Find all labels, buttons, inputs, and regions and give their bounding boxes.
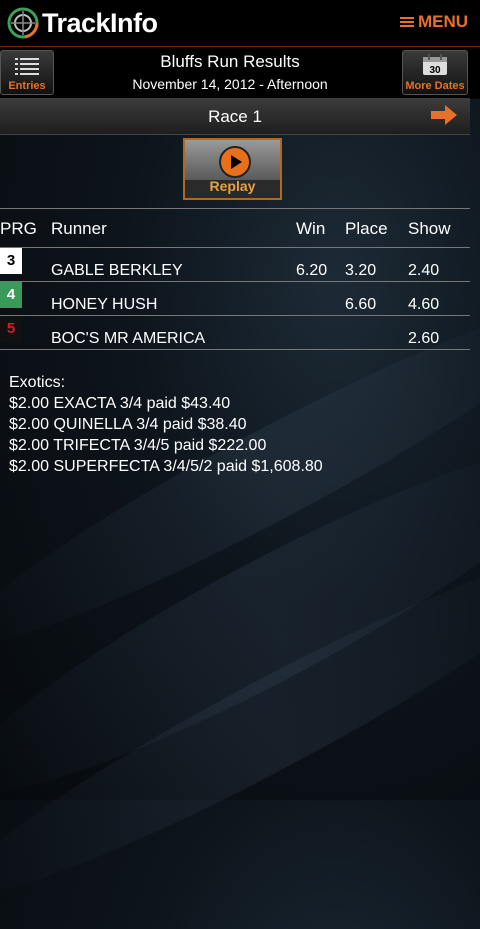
page-title: Bluffs Run Results — [160, 52, 300, 71]
app-header: TrackInfo MENU — [0, 0, 480, 47]
logo-icon — [7, 7, 39, 39]
trackinfo-logo[interactable]: TrackInfo — [6, 4, 158, 42]
exotics-heading: Exotics: — [9, 374, 66, 391]
menu-icon — [399, 15, 414, 29]
race-date: November 14, 2012 - Afternoon — [132, 76, 328, 92]
runner-name: GABLE BERKLEY — [51, 262, 183, 279]
menu-button[interactable]: MENU — [399, 12, 468, 32]
exotic-line: $2.00 SUPERFECTA 3/4/5/2 paid $1,608.80 — [9, 458, 323, 475]
runner-name: HONEY HUSH — [51, 296, 158, 313]
exotic-line: $2.00 TRIFECTA 3/4/5 paid $222.00 — [9, 437, 267, 454]
entries-button[interactable]: Entries — [0, 50, 54, 95]
show-payout: 2.60 — [408, 330, 440, 347]
program-number: 5 — [0, 316, 22, 342]
menu-label: MENU — [417, 12, 468, 31]
calendar-day: 30 — [429, 65, 441, 76]
race-selector: Race 1 — [0, 98, 470, 135]
program-number: 4 — [0, 282, 22, 308]
table-row: 4 HONEY HUSH 6.60 4.60 — [0, 282, 470, 316]
more-dates-label: More Dates — [405, 80, 465, 92]
col-header-win: Win — [296, 219, 326, 238]
exotic-line: $2.00 QUINELLA 3/4 paid $38.40 — [9, 416, 247, 433]
play-icon — [219, 146, 251, 178]
brand-name: TrackInfo — [42, 7, 158, 38]
runner-name: BOC'S MR AMERICA — [51, 330, 206, 347]
more-dates-button[interactable]: 30 More Dates — [402, 50, 468, 95]
col-header-prg: PRG — [0, 219, 37, 238]
entries-label: Entries — [8, 80, 46, 92]
win-payout: 6.20 — [296, 262, 328, 279]
list-icon — [15, 58, 39, 75]
calendar-icon: 30 — [423, 54, 447, 76]
col-header-runner: Runner — [51, 219, 107, 238]
col-header-place: Place — [345, 219, 388, 238]
table-row: 5 BOC'S MR AMERICA 2.60 — [0, 316, 470, 350]
exotics-section: Exotics: $2.00 EXACTA 3/4 paid $43.40 $2… — [9, 372, 323, 477]
table-row: 3 GABLE BERKLEY 6.20 3.20 2.40 — [0, 248, 470, 282]
results-table: PRG Runner Win Place Show 3 GABLE BERKLEY… — [0, 208, 470, 350]
place-payout: 6.60 — [345, 296, 377, 313]
show-payout: 4.60 — [408, 296, 440, 313]
replay-button[interactable]: Replay — [183, 138, 282, 200]
race-name: Race 1 — [208, 107, 262, 126]
exotic-line: $2.00 EXACTA 3/4 paid $43.40 — [9, 395, 231, 412]
next-race-arrow-icon[interactable] — [430, 104, 458, 126]
results-header-row: PRG Runner Win Place Show — [0, 208, 470, 248]
track-title-block: Bluffs Run Results November 14, 2012 - A… — [60, 52, 400, 94]
replay-label: Replay — [209, 178, 256, 194]
show-payout: 2.40 — [408, 262, 440, 279]
place-payout: 3.20 — [345, 262, 377, 279]
col-header-show: Show — [408, 219, 451, 238]
program-number: 3 — [0, 248, 22, 274]
